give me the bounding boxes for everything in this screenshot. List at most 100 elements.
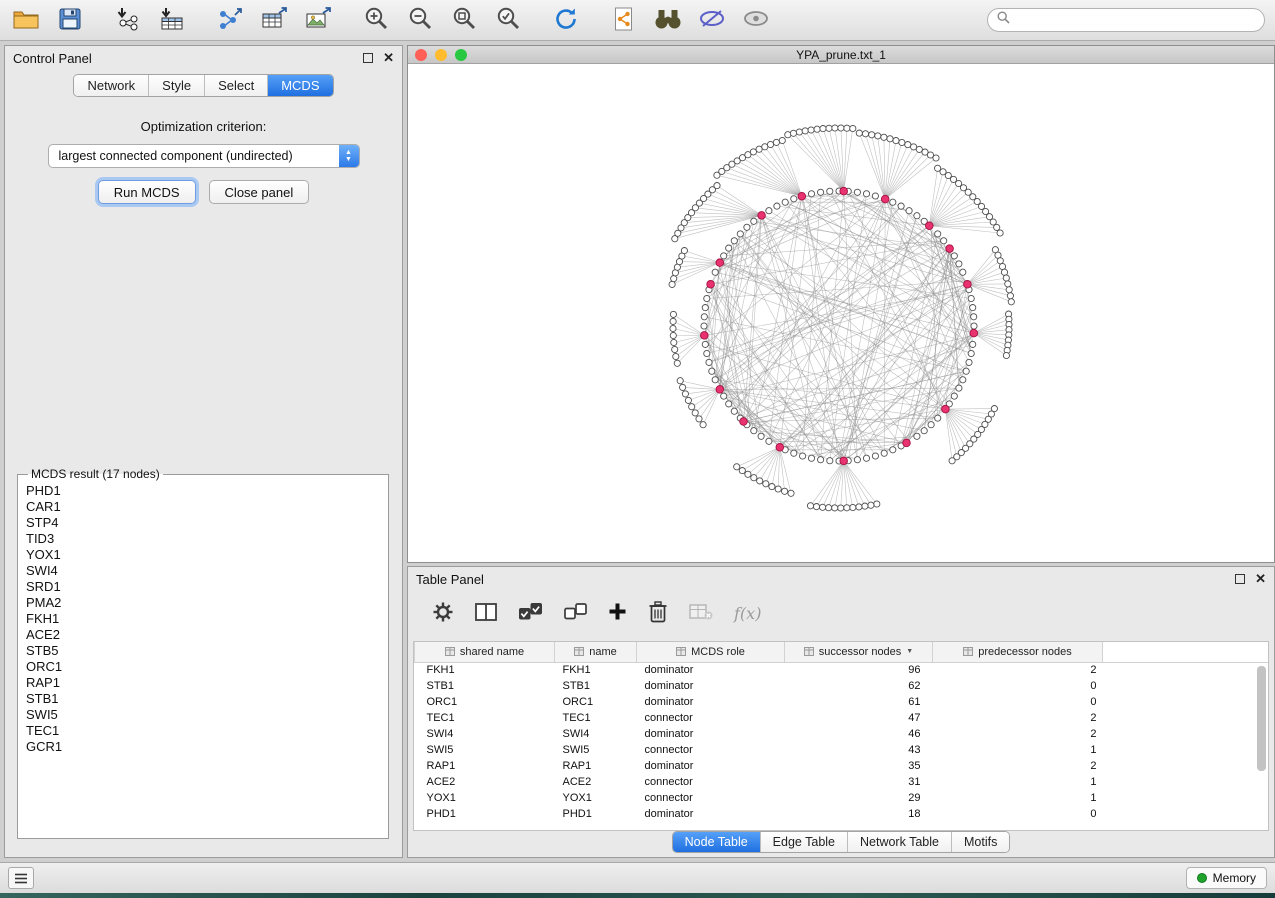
- close-panel-icon[interactable]: ✕: [383, 53, 394, 63]
- col-mcds-role[interactable]: MCDS role: [637, 642, 785, 662]
- result-item[interactable]: ORC1: [26, 659, 388, 675]
- result-item[interactable]: SWI4: [26, 563, 388, 579]
- import-table-button[interactable]: [156, 5, 188, 35]
- float-panel-icon[interactable]: [363, 53, 373, 63]
- table-cell[interactable]: [1103, 694, 1269, 710]
- function-builder-button[interactable]: f(x): [734, 604, 761, 623]
- table-cell[interactable]: dominator: [637, 694, 785, 710]
- save-session-button[interactable]: [54, 5, 86, 35]
- close-table-panel-icon[interactable]: ✕: [1255, 574, 1266, 584]
- table-cell[interactable]: 2: [933, 726, 1103, 742]
- result-item[interactable]: FKH1: [26, 611, 388, 627]
- table-cell[interactable]: 61: [785, 694, 933, 710]
- window-zoom-icon[interactable]: [455, 49, 467, 61]
- table-cell[interactable]: dominator: [637, 662, 785, 678]
- table-row[interactable]: STB1STB1dominator620: [415, 678, 1269, 694]
- tab-motifs[interactable]: Motifs: [952, 832, 1009, 852]
- table-cell[interactable]: [1103, 710, 1269, 726]
- table-row[interactable]: ORC1ORC1dominator610: [415, 694, 1269, 710]
- table-cell[interactable]: 31: [785, 774, 933, 790]
- search-input[interactable]: [1016, 13, 1255, 27]
- table-settings-button[interactable]: [432, 601, 454, 626]
- table-cell[interactable]: 47: [785, 710, 933, 726]
- import-network-button[interactable]: [112, 5, 144, 35]
- result-item[interactable]: TID3: [26, 531, 388, 547]
- result-item[interactable]: RAP1: [26, 675, 388, 691]
- table-cell[interactable]: FKH1: [555, 662, 637, 678]
- result-item[interactable]: PMA2: [26, 595, 388, 611]
- table-row[interactable]: PHD1PHD1dominator180: [415, 806, 1269, 822]
- table-cell[interactable]: YOX1: [555, 790, 637, 806]
- run-mcds-button[interactable]: Run MCDS: [98, 180, 196, 204]
- table-cell[interactable]: 2: [933, 710, 1103, 726]
- table-cell[interactable]: [1103, 678, 1269, 694]
- tab-mcds[interactable]: MCDS: [268, 75, 332, 96]
- tab-node-table[interactable]: Node Table: [673, 832, 761, 852]
- table-cell[interactable]: SWI4: [415, 726, 555, 742]
- col-name[interactable]: name: [555, 642, 637, 662]
- table-cell[interactable]: dominator: [637, 726, 785, 742]
- show-columns-button[interactable]: [475, 603, 497, 624]
- table-cell[interactable]: [1103, 662, 1269, 678]
- result-item[interactable]: PHD1: [26, 483, 388, 499]
- memory-button[interactable]: Memory: [1186, 867, 1267, 889]
- table-row[interactable]: RAP1RAP1dominator352: [415, 758, 1269, 774]
- result-item[interactable]: STP4: [26, 515, 388, 531]
- share-document-button[interactable]: [608, 5, 640, 35]
- table-cell[interactable]: [1103, 790, 1269, 806]
- select-all-button[interactable]: [518, 602, 543, 624]
- network-titlebar[interactable]: YPA_prune.txt_1: [408, 46, 1274, 64]
- table-cell[interactable]: FKH1: [415, 662, 555, 678]
- tab-network[interactable]: Network: [74, 75, 149, 96]
- tab-select[interactable]: Select: [205, 75, 268, 96]
- result-item[interactable]: STB5: [26, 643, 388, 659]
- col-shared-name[interactable]: shared name: [415, 642, 555, 662]
- table-row[interactable]: YOX1YOX1connector291: [415, 790, 1269, 806]
- table-cell[interactable]: 0: [933, 806, 1103, 822]
- tab-style[interactable]: Style: [149, 75, 205, 96]
- table-row[interactable]: ACE2ACE2connector311: [415, 774, 1269, 790]
- table-cell[interactable]: YOX1: [415, 790, 555, 806]
- close-panel-button[interactable]: Close panel: [209, 180, 310, 204]
- col-successor-nodes[interactable]: successor nodes▼: [785, 642, 933, 662]
- refresh-layout-button[interactable]: [550, 5, 582, 35]
- result-item[interactable]: GCR1: [26, 739, 388, 755]
- table-cell[interactable]: TEC1: [555, 710, 637, 726]
- table-cell[interactable]: RAP1: [555, 758, 637, 774]
- table-cell[interactable]: TEC1: [415, 710, 555, 726]
- table-cell[interactable]: SWI4: [555, 726, 637, 742]
- window-close-icon[interactable]: [415, 49, 427, 61]
- table-cell[interactable]: 1: [933, 742, 1103, 758]
- table-cell[interactable]: STB1: [555, 678, 637, 694]
- delete-column-button[interactable]: [648, 600, 668, 626]
- export-network-button[interactable]: [214, 5, 246, 35]
- table-cell[interactable]: [1103, 806, 1269, 822]
- table-cell[interactable]: connector: [637, 774, 785, 790]
- tab-edge-table[interactable]: Edge Table: [761, 832, 848, 852]
- table-cell[interactable]: [1103, 726, 1269, 742]
- table-cell[interactable]: PHD1: [555, 806, 637, 822]
- result-item[interactable]: YOX1: [26, 547, 388, 563]
- col-predecessor-nodes[interactable]: predecessor nodes: [933, 642, 1103, 662]
- table-cell[interactable]: connector: [637, 742, 785, 758]
- table-cell[interactable]: [1103, 758, 1269, 774]
- zoom-selected-button[interactable]: [492, 5, 524, 35]
- result-item[interactable]: SRD1: [26, 579, 388, 595]
- table-cell[interactable]: 96: [785, 662, 933, 678]
- table-cell[interactable]: 46: [785, 726, 933, 742]
- export-image-button[interactable]: [302, 5, 334, 35]
- table-cell[interactable]: 1: [933, 774, 1103, 790]
- table-cell[interactable]: 18: [785, 806, 933, 822]
- criterion-select[interactable]: largest connected component (undirected)…: [48, 144, 360, 168]
- table-cell[interactable]: ACE2: [555, 774, 637, 790]
- table-cell[interactable]: 2: [933, 662, 1103, 678]
- table-cell[interactable]: 43: [785, 742, 933, 758]
- table-cell[interactable]: [1103, 742, 1269, 758]
- table-row[interactable]: SWI5SWI5connector431: [415, 742, 1269, 758]
- search-network-button[interactable]: [652, 5, 684, 35]
- hide-details-button[interactable]: [696, 5, 728, 35]
- table-cell[interactable]: ORC1: [415, 694, 555, 710]
- zoom-in-button[interactable]: [360, 5, 392, 35]
- table-cell[interactable]: 35: [785, 758, 933, 774]
- open-file-button[interactable]: [10, 5, 42, 35]
